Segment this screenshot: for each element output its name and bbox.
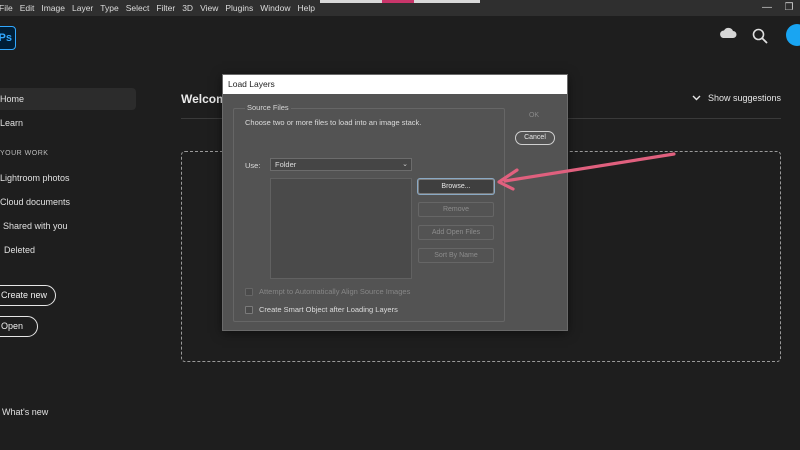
title-accent [382, 0, 414, 3]
chevron-down-icon [692, 95, 701, 101]
menu-edit[interactable]: Edit [16, 3, 38, 13]
menu-type[interactable]: Type [97, 3, 122, 13]
dialog-title: Load Layers [223, 75, 567, 94]
section-label-your-work: YOUR WORK [0, 150, 49, 157]
show-suggestions-label: Show suggestions [708, 93, 782, 103]
smart-object-label: Create Smart Object after Loading Layers [259, 305, 398, 314]
load-layers-dialog: Load Layers Source Files Choose two or m… [222, 74, 568, 331]
smart-object-checkbox[interactable] [245, 305, 253, 314]
sidebar-item-whats-new[interactable]: What's new [0, 401, 136, 423]
sidebar-item-deleted[interactable]: Deleted [0, 239, 136, 261]
menu-layer[interactable]: Layer [68, 3, 96, 13]
add-open-files-button[interactable]: Add Open Files [418, 225, 494, 240]
align-images-option[interactable]: Attempt to Automatically Align Source Im… [245, 287, 410, 296]
menu-file[interactable]: File [0, 3, 16, 13]
window-controls: — ❐ [756, 0, 800, 16]
menu-3d[interactable]: 3D [179, 3, 197, 13]
search-icon[interactable] [752, 28, 768, 44]
align-images-label: Attempt to Automatically Align Source Im… [259, 287, 411, 296]
align-images-checkbox[interactable] [245, 287, 253, 296]
sidebar-item-learn[interactable]: Learn [0, 112, 136, 134]
photoshop-logo: Ps [0, 26, 16, 50]
menu-plugins[interactable]: Plugins [222, 3, 257, 13]
sidebar-item-cloud-documents[interactable]: Cloud documents [0, 191, 136, 213]
smart-object-option[interactable]: Create Smart Object after Loading Layers [245, 305, 398, 314]
use-label: Use: [245, 161, 261, 170]
chevron-down-icon: ⌄ [402, 161, 408, 168]
cloud-icon[interactable] [719, 27, 737, 39]
menu-window[interactable]: Window [257, 3, 294, 13]
menu-filter[interactable]: Filter [153, 3, 179, 13]
source-files-label: Source Files [245, 103, 291, 112]
dialog-instructions: Choose two or more files to load into an… [245, 118, 422, 127]
menu-help[interactable]: Help [294, 3, 318, 13]
remove-button[interactable]: Remove [418, 202, 494, 217]
welcome-heading: Welcom [181, 92, 227, 106]
menu-select[interactable]: Select [122, 3, 153, 13]
title-search-strip [320, 0, 480, 3]
source-file-list[interactable] [270, 178, 412, 279]
show-suggestions-toggle[interactable]: Show suggestions [692, 93, 781, 103]
sidebar-item-shared-with-you[interactable]: Shared with you [0, 215, 136, 237]
sidebar-item-home[interactable]: Home [0, 88, 136, 110]
use-select-value: Folder [275, 160, 297, 169]
create-new-button[interactable]: Create new [0, 285, 56, 306]
use-select[interactable]: Folder ⌄ [270, 158, 412, 171]
app-header: Ps [0, 16, 800, 60]
menu-image[interactable]: Image [38, 3, 69, 13]
menu-view[interactable]: View [197, 3, 222, 13]
restore-button[interactable]: ❐ [778, 0, 800, 16]
menu-bar: File Edit Image Layer Type Select Filter… [0, 0, 800, 16]
minimize-button[interactable]: — [756, 0, 778, 16]
sort-by-name-button[interactable]: Sort By Name [418, 248, 494, 263]
cancel-button[interactable]: Cancel [515, 131, 555, 145]
open-button[interactable]: Open [0, 316, 38, 337]
sidebar-item-lightroom-photos[interactable]: Lightroom photos [0, 167, 136, 189]
browse-button[interactable]: Browse... [418, 179, 494, 194]
ok-button[interactable]: OK [515, 108, 553, 124]
